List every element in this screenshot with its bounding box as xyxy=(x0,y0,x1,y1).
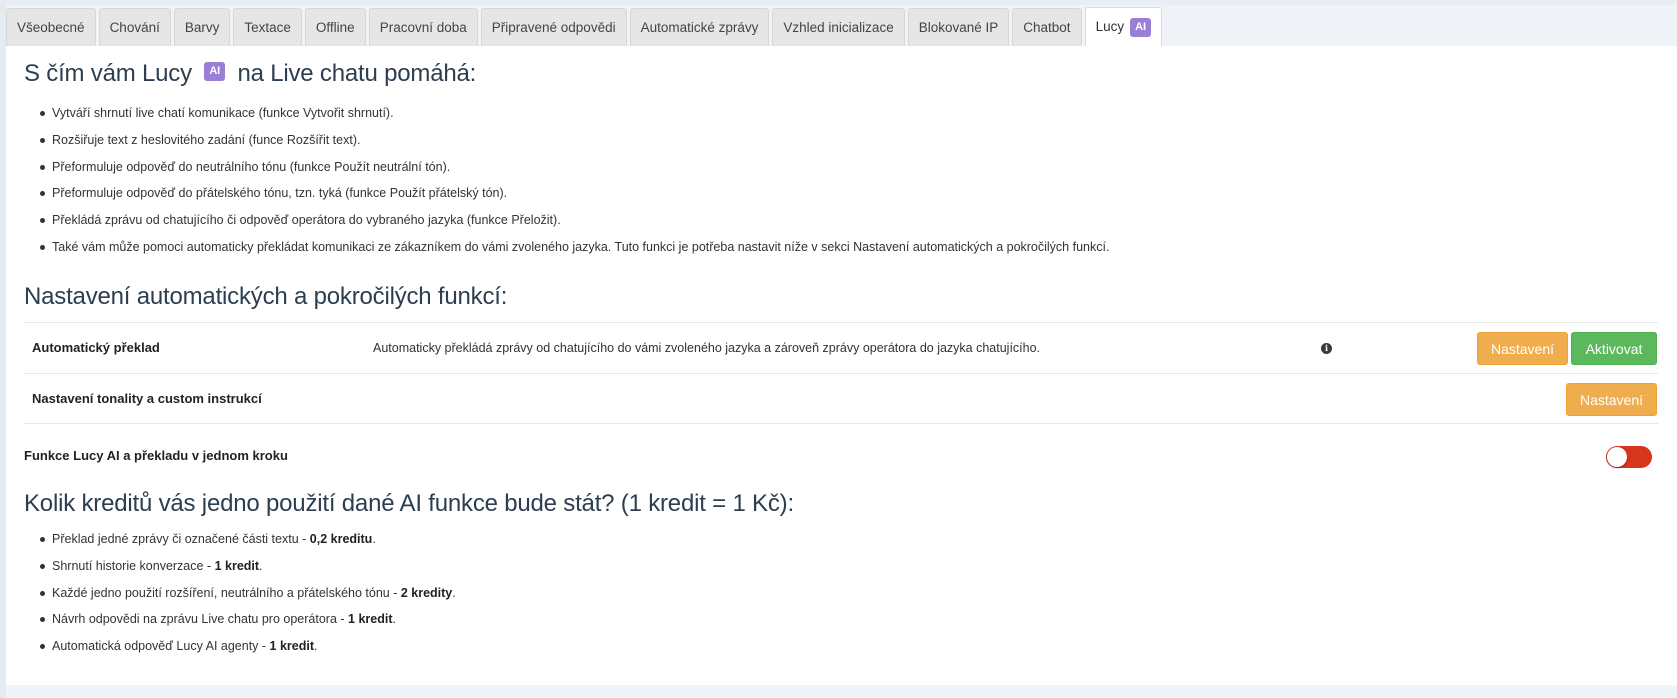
credits-heading: Kolik kreditů vás jedno použití dané AI … xyxy=(24,490,794,517)
activate-button[interactable]: Aktivovat xyxy=(1571,332,1657,365)
one-step-toggle-row: Funkce Lucy AI a překladu v jednom kroku xyxy=(24,441,1658,471)
intro-heading: S čím vám Lucy AI na Live chatu pomáhá: xyxy=(24,60,476,88)
table-row-auto-translate: Automatický překlad Automaticky překládá… xyxy=(24,322,1658,373)
tab-chovani[interactable]: Chování xyxy=(98,8,171,46)
list-item: Vytváří shrnutí live chatí komunikace (f… xyxy=(39,103,1109,130)
toggle-knob xyxy=(1607,447,1627,467)
tab-bar: Všeobecné Chování Barvy Textace Offline … xyxy=(6,7,1677,46)
tonality-settings-button[interactable]: Nastavení xyxy=(1566,383,1657,416)
features-list: Vytváří shrnutí live chatí komunikace (f… xyxy=(39,103,1109,264)
credit-suffix: . xyxy=(314,639,318,654)
list-item: Také vám může pomoci automaticky překlád… xyxy=(39,237,1109,264)
intro-ai-badge: AI xyxy=(204,62,225,82)
intro-heading-after: na Live chatu pomáhá: xyxy=(237,60,477,87)
list-item: Shrnutí historie konverzace - 1 kredit. xyxy=(40,556,456,583)
tab-chatbot[interactable]: Chatbot xyxy=(1012,8,1082,46)
intro-heading-before: S čím vám Lucy xyxy=(24,60,192,87)
credit-suffix: . xyxy=(392,612,396,627)
credit-suffix: . xyxy=(259,558,263,573)
list-item: Návrh odpovědi na zprávu Live chatu pro … xyxy=(40,609,456,636)
tab-pripravene-odpovedi[interactable]: Připravené odpovědi xyxy=(480,8,627,46)
tab-pracovni-doba[interactable]: Pracovní doba xyxy=(368,8,478,46)
tab-blokovane-ip[interactable]: Blokované IP xyxy=(907,8,1010,46)
auto-translate-label: Automatický překlad xyxy=(32,340,160,355)
list-item: Překládá zprávu od chatujícího či odpově… xyxy=(39,210,1109,237)
lucy-ai-panel: S čím vám Lucy AI na Live chatu pomáhá: … xyxy=(6,46,1677,685)
tab-textace[interactable]: Textace xyxy=(233,8,302,46)
tab-lucy-ai[interactable]: Lucy AI xyxy=(1084,7,1163,46)
credit-amount: 1 kredit xyxy=(348,612,393,627)
list-item: Každé jedno použití rozšíření, neutrální… xyxy=(40,583,456,610)
tab-vseobecne[interactable]: Všeobecné xyxy=(6,8,96,46)
list-item: Přeformuluje odpověď do neutrálního tónu… xyxy=(39,157,1109,184)
list-item: Překlad jedné zprávy či označené části t… xyxy=(40,529,456,556)
tab-offline[interactable]: Offline xyxy=(304,8,366,46)
credits-list: Překlad jedné zprávy či označené části t… xyxy=(40,529,456,663)
one-step-toggle-label: Funkce Lucy AI a překladu v jednom kroku xyxy=(24,448,288,463)
ai-badge: AI xyxy=(1130,17,1152,37)
settings-table: Automatický překlad Automaticky překládá… xyxy=(24,322,1658,424)
credit-amount: 1 kredit xyxy=(269,639,314,654)
credit-amount: 1 kredit xyxy=(214,558,260,573)
list-item: Automatická odpověď Lucy AI agenty - 1 k… xyxy=(40,636,456,663)
info-icon[interactable]: i xyxy=(1321,343,1332,354)
table-row-tonality: Nastavení tonality a custom instrukcí Na… xyxy=(24,373,1658,424)
tab-lucy-label: Lucy xyxy=(1095,19,1125,34)
credit-suffix: . xyxy=(372,532,376,546)
one-step-toggle[interactable] xyxy=(1606,446,1652,468)
settings-heading: Nastavení automatických a pokročilých fu… xyxy=(24,283,508,310)
credit-amount: 2 kredity xyxy=(400,585,453,600)
credit-suffix: . xyxy=(452,585,456,600)
tonality-label: Nastavení tonality a custom instrukcí xyxy=(32,391,262,406)
credit-amount: 0,2 kreditu xyxy=(309,532,373,546)
list-item: Rozšiřuje text z heslovitého zadání (fun… xyxy=(39,130,1109,157)
top-border xyxy=(0,0,1677,5)
auto-translate-settings-button[interactable]: Nastavení xyxy=(1477,332,1568,365)
tab-automaticke-zpravy[interactable]: Automatické zprávy xyxy=(629,8,770,46)
tab-barvy[interactable]: Barvy xyxy=(173,8,231,46)
credit-text: Návrh odpovědi na zprávu Live chatu pro … xyxy=(52,612,349,627)
credit-text: Shrnutí historie konverzace - xyxy=(52,558,215,573)
tab-vzhled-inicializace[interactable]: Vzhled inicializace xyxy=(772,8,905,46)
credit-text: Překlad jedné zprávy či označené části t… xyxy=(52,532,310,546)
list-item: Přeformuluje odpověď do přátelského tónu… xyxy=(39,183,1109,210)
credit-text: Každé jedno použití rozšíření, neutrální… xyxy=(52,585,401,600)
auto-translate-description: Automaticky překládá zprávy od chatující… xyxy=(373,341,1041,355)
credit-text: Automatická odpověď Lucy AI agenty - xyxy=(52,639,270,654)
